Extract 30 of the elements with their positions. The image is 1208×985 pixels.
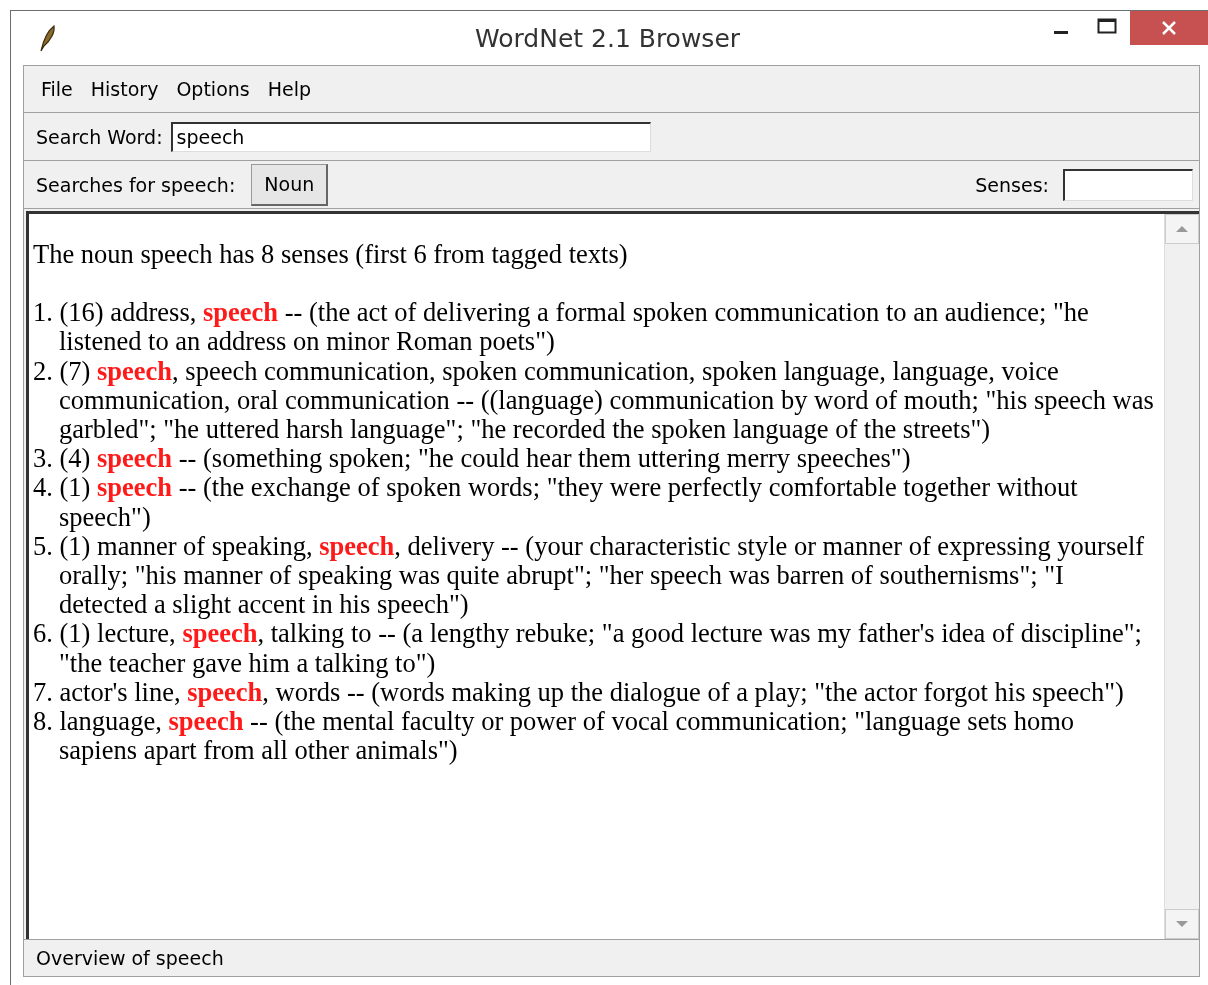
feather-icon bbox=[37, 24, 57, 52]
scroll-up-button[interactable] bbox=[1165, 214, 1199, 244]
sense-entry: 7. actor's line, speech, words -- (words making up the dialogue of a play; "the actor forgot his speech") bbox=[33, 677, 1125, 708]
status-text: Overview of speech bbox=[36, 947, 224, 969]
overview-heading: The noun speech has 8 senses (first 6 from tagged texts) bbox=[33, 240, 629, 270]
sense-entry: 1. (16) address, speech -- (the act of delivering a formal spoken communication to an audience; "he listened to an address on minor Roman poets") bbox=[33, 298, 1090, 357]
up-arrow-icon bbox=[1176, 225, 1188, 233]
close-icon bbox=[1160, 20, 1178, 36]
sense-entry: 4. (1) speech -- (the exchange of spoken words; "they were perfectly comfortable together without speech") bbox=[33, 473, 1079, 532]
menu-item[interactable]: File bbox=[32, 74, 82, 104]
sense-entry: 8. language, speech -- (the mental faculty or power of vocal communication; "language sets homo sapiens apart from all other animals") bbox=[33, 707, 1075, 766]
menu-item[interactable]: Help bbox=[258, 74, 321, 104]
close-button[interactable] bbox=[1130, 11, 1208, 45]
sense-entry: 3. (4) speech -- (something spoken; "he could hear them uttering merry speeches") bbox=[33, 444, 911, 474]
sense-entry: 2. (7) speech, speech communication, spoken communication, spoken language, language, voice communication, oral communication -- ((language) communication by word of mouth; "his speech was garbled"; "he uttered harsh language"; "he recorded the spoken language of the streets") bbox=[33, 356, 1155, 445]
menu-item[interactable]: History bbox=[81, 74, 168, 104]
scroll-down-button[interactable] bbox=[1165, 909, 1199, 939]
down-arrow-icon bbox=[1176, 920, 1188, 928]
window-title: WordNet 2.1 Browser bbox=[473, 23, 742, 53]
search-field[interactable]: speech bbox=[170, 121, 651, 152]
noun-button[interactable]: Noun bbox=[251, 163, 329, 206]
menu-item[interactable]: Options bbox=[167, 74, 259, 104]
sense-entry: 6. (1) lecture, speech, talking to -- (a lengthy rebuke; "a good lecture was my father's idea of discipline"; "the teacher gave him a talking to") bbox=[33, 619, 1143, 678]
search-word-label: Search Word: bbox=[36, 125, 163, 148]
searches-label: Searches for speech: bbox=[36, 173, 236, 196]
maximize-icon bbox=[1097, 17, 1117, 35]
minimize-icon bbox=[1054, 30, 1068, 34]
sense-entry: 5. (1) manner of speaking, speech, delivery -- (your characteristic style or manner of expressing yourself orally; "his manner of speaking was quite abrupt"; "her speech was barren of southernisms"; "I detected a slight accent in his speech") bbox=[33, 531, 1146, 620]
senses-label: Senses: bbox=[975, 173, 1049, 196]
senses-field[interactable] bbox=[1063, 168, 1193, 201]
